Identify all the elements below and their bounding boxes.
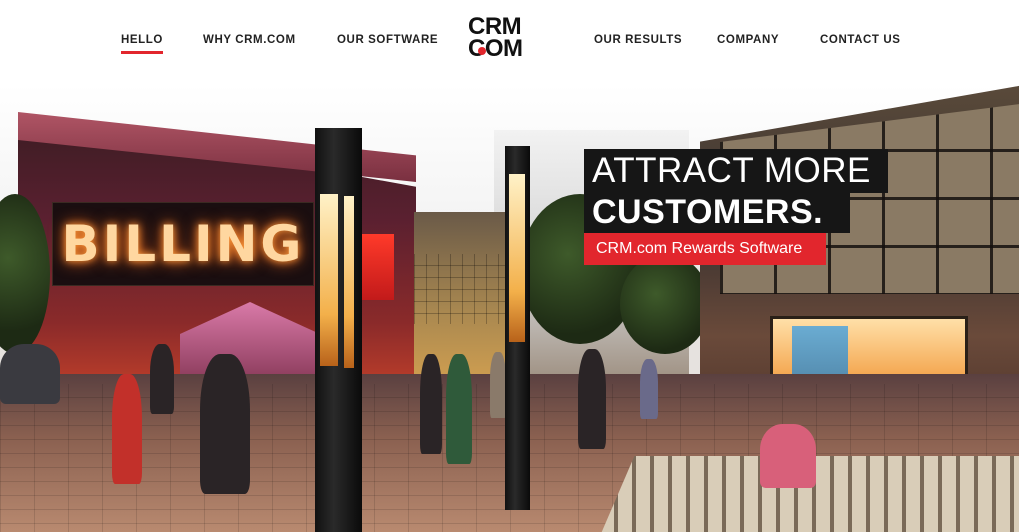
hero-person <box>200 354 250 494</box>
hero-led-panel <box>362 234 394 300</box>
nav-contact-us[interactable]: CONTACT US <box>820 34 901 46</box>
hero-tagline-link[interactable]: CRM.com Rewards Software <box>584 233 826 265</box>
hero-person <box>640 359 658 419</box>
hero-lamp-light <box>344 196 354 368</box>
hero-person <box>578 349 606 449</box>
nav-company[interactable]: COMPANY <box>717 34 779 46</box>
hero-person <box>0 344 60 404</box>
hero-person <box>446 354 472 464</box>
crm-com-logo[interactable]: CRM COM <box>468 15 550 64</box>
logo-red-dot-icon <box>478 47 486 55</box>
hero-headline-line1: ATTRACT MORE <box>584 149 888 193</box>
nav-our-software[interactable]: OUR SOFTWARE <box>337 34 438 46</box>
hero-person-sitting <box>760 424 816 488</box>
hero-tree <box>620 254 710 354</box>
hero-person <box>150 344 174 414</box>
hero-building-mid-windows <box>414 254 514 324</box>
hero-person <box>490 352 506 418</box>
hero-lamp-light <box>320 194 338 366</box>
nav-our-results[interactable]: OUR RESULTS <box>594 34 682 46</box>
nav-why-crm[interactable]: WHY CRM.COM <box>203 34 296 46</box>
hero-headline-line2: CUSTOMERS. <box>584 191 850 233</box>
site-header: HELLO WHY CRM.COM OUR SOFTWARE CRM COM O… <box>0 0 1019 84</box>
nav-hello[interactable]: HELLO <box>121 34 163 54</box>
hero-person <box>112 374 142 484</box>
hero-person <box>420 354 442 454</box>
hero-banner: BILLING ATTRACT MORE CUSTOMERS. CRM.com … <box>0 84 1019 532</box>
hero-lamp-light <box>509 174 525 342</box>
hero-billboard: BILLING <box>52 202 314 286</box>
billboard-text: BILLING <box>61 215 305 273</box>
